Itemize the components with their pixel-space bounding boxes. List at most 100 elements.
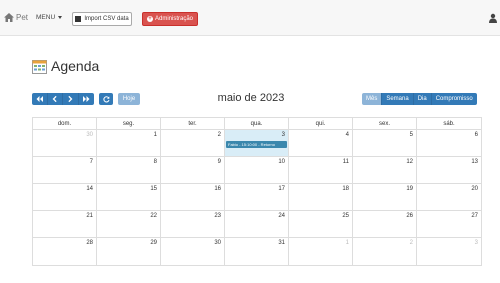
top-navbar: Pet MENU Import CSV data + Administração xyxy=(0,0,500,36)
view-week-button[interactable]: Semana xyxy=(382,93,414,105)
chevron-down-icon xyxy=(58,16,63,19)
week-row: 30 1 2 3 Fabio - 15:10:00 - Retorno 4 5 … xyxy=(33,130,481,157)
weekday-label: dom. xyxy=(33,118,97,130)
view-switcher: Mês Semana Dia Compromisso xyxy=(362,93,477,105)
brand-link[interactable]: Pet xyxy=(4,13,28,22)
day-cell[interactable]: 21 xyxy=(33,211,97,237)
day-number: 1 xyxy=(345,240,349,246)
day-cell[interactable]: 26 xyxy=(353,211,417,237)
weekday-label: sáb. xyxy=(443,121,455,127)
view-agenda-button[interactable]: Compromisso xyxy=(431,93,477,105)
day-cell[interactable]: 10 xyxy=(225,157,289,183)
brand-label: Pet xyxy=(16,13,29,22)
next-button[interactable] xyxy=(63,93,79,105)
menu-dropdown[interactable]: MENU xyxy=(36,14,63,21)
day-number: 2 xyxy=(217,132,221,138)
day-cell[interactable]: 15 xyxy=(97,184,161,210)
day-number: 22 xyxy=(150,213,157,219)
day-number: 21 xyxy=(86,213,93,219)
page-header: Agenda xyxy=(32,58,99,74)
day-number: 13 xyxy=(471,159,478,165)
weekday-label: sex. xyxy=(353,118,417,130)
day-cell[interactable]: 22 xyxy=(97,211,161,237)
day-cell[interactable]: 29 xyxy=(97,238,161,265)
day-number: 31 xyxy=(278,240,285,246)
day-number: 20 xyxy=(471,186,478,192)
day-cell[interactable]: 3 xyxy=(417,238,481,265)
day-cell[interactable]: 27 xyxy=(417,211,481,237)
import-csv-label: Import CSV data xyxy=(84,16,129,22)
day-cell-today[interactable]: 3 Fabio - 15:10:00 - Retorno xyxy=(225,130,289,156)
day-cell[interactable]: 12 xyxy=(353,157,417,183)
plus-circle-icon: + xyxy=(146,16,153,22)
day-cell[interactable]: 17 xyxy=(225,184,289,210)
first-page-button[interactable] xyxy=(32,93,48,105)
day-number: 30 xyxy=(214,240,221,246)
weekday-header: dom. seg. ter. qua. qui. sex. sáb. xyxy=(33,118,481,130)
day-number: 6 xyxy=(474,132,478,138)
day-number: 27 xyxy=(471,213,478,219)
user-icon[interactable] xyxy=(488,13,498,23)
prev-button[interactable] xyxy=(47,93,63,105)
import-csv-button[interactable]: Import CSV data xyxy=(72,12,132,26)
day-cell[interactable]: 1 xyxy=(97,130,161,156)
day-cell[interactable]: 4 xyxy=(289,130,353,156)
day-number: 3 xyxy=(474,240,478,246)
day-cell[interactable]: 14 xyxy=(33,184,97,210)
refresh-icon xyxy=(102,95,109,102)
day-number: 7 xyxy=(89,159,93,165)
day-cell[interactable]: 2 xyxy=(161,130,225,156)
view-day-button[interactable]: Dia xyxy=(413,93,432,105)
day-number: 1 xyxy=(153,132,157,138)
day-number: 9 xyxy=(217,159,221,165)
today-button[interactable]: Hoje xyxy=(118,93,140,105)
day-cell[interactable]: 8 xyxy=(97,157,161,183)
calendar-event[interactable]: Fabio - 15:10:00 - Retorno xyxy=(226,141,287,148)
refresh-button[interactable] xyxy=(99,93,113,105)
day-number: 12 xyxy=(406,159,413,165)
weekday-label: ter. xyxy=(161,118,225,130)
day-cell[interactable]: 18 xyxy=(289,184,353,210)
month-calendar: dom. seg. ter. qua. qui. sex. sáb. 30 1 … xyxy=(32,117,482,266)
calendar-nav: Hoje xyxy=(32,93,140,105)
weekday-label: qui. xyxy=(289,118,353,130)
double-chevron-right-icon xyxy=(82,96,90,102)
day-number: 4 xyxy=(345,132,349,138)
day-cell[interactable]: 6 xyxy=(417,130,481,156)
day-cell[interactable]: 13 xyxy=(417,157,481,183)
day-cell[interactable]: 24 xyxy=(225,211,289,237)
view-month-button[interactable]: Mês xyxy=(362,93,383,105)
day-number: 8 xyxy=(153,159,157,165)
day-cell[interactable]: 19 xyxy=(353,184,417,210)
day-number: 30 xyxy=(86,132,93,138)
day-cell[interactable]: 30 xyxy=(161,238,225,265)
day-cell[interactable]: 20 xyxy=(417,184,481,210)
day-cell[interactable]: 1 xyxy=(289,238,353,265)
week-row: 7 8 9 10 11 12 13 xyxy=(33,157,481,184)
day-number: 17 xyxy=(278,186,285,192)
last-page-button[interactable] xyxy=(78,93,94,105)
day-cell[interactable]: 9 xyxy=(161,157,225,183)
day-cell[interactable]: 11 xyxy=(289,157,353,183)
day-number: 10 xyxy=(278,159,285,165)
day-cell[interactable]: 28 xyxy=(33,238,97,265)
day-number: 18 xyxy=(342,186,349,192)
admin-label: Administração xyxy=(154,16,193,22)
day-cell[interactable]: 23 xyxy=(161,211,225,237)
day-cell[interactable]: 2 xyxy=(353,238,417,265)
day-cell[interactable]: 31 xyxy=(225,238,289,265)
day-number: 26 xyxy=(406,213,413,219)
day-cell[interactable]: 5 xyxy=(353,130,417,156)
home-icon xyxy=(4,13,14,22)
day-cell[interactable]: 7 xyxy=(33,157,97,183)
day-cell[interactable]: 16 xyxy=(161,184,225,210)
weekday-label: seg. xyxy=(97,118,161,130)
page-title: Agenda xyxy=(51,58,100,74)
admin-button[interactable]: + Administração xyxy=(142,12,198,26)
double-chevron-left-icon xyxy=(36,96,43,102)
day-cell[interactable]: 30 xyxy=(33,130,97,156)
menu-label: MENU xyxy=(36,14,56,21)
day-cell[interactable]: 25 xyxy=(289,211,353,237)
day-number: 19 xyxy=(406,186,413,192)
day-number: 14 xyxy=(86,186,93,192)
